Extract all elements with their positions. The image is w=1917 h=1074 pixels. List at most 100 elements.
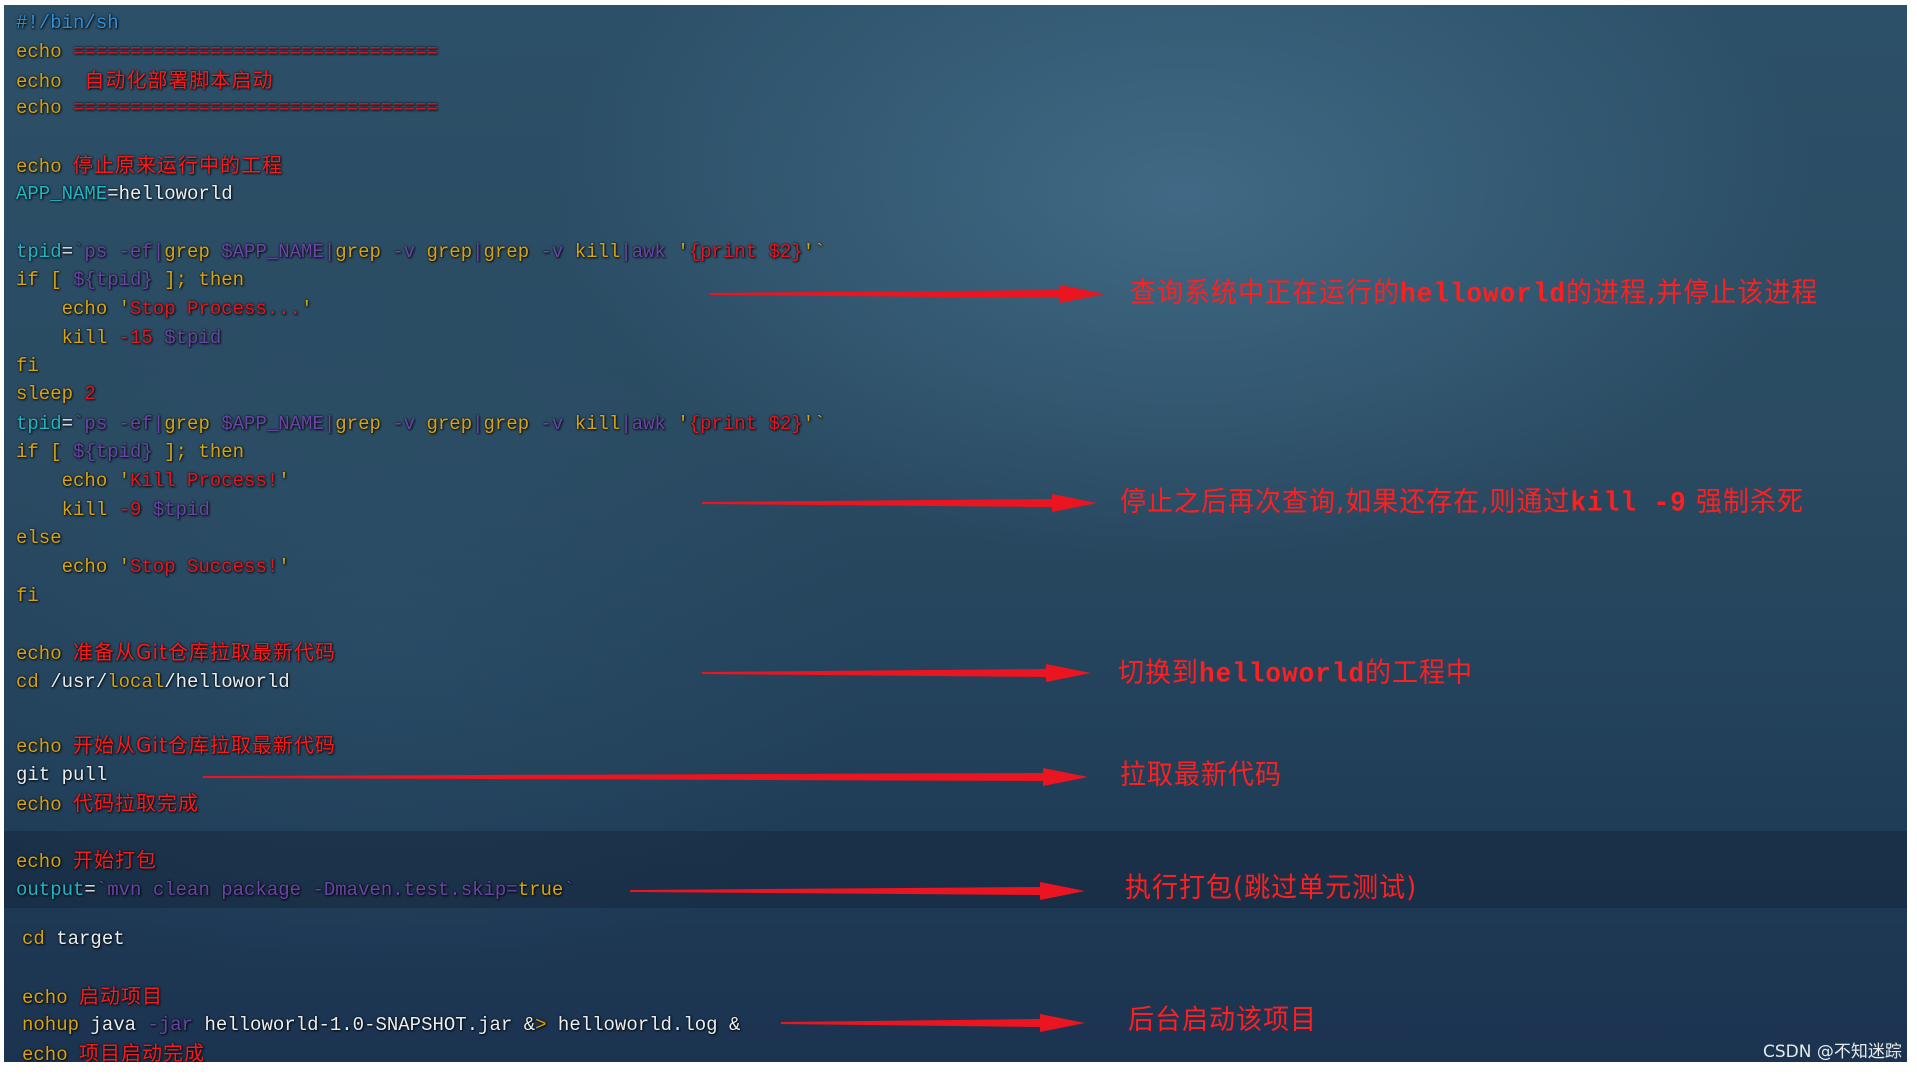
- code-line: git pull: [16, 763, 107, 787]
- code-line: tpid=`ps -ef|grep $APP_NAME|grep -v grep…: [16, 240, 826, 264]
- chinese-message: 停止原来运行中的工程: [73, 153, 284, 177]
- keyword: echo: [16, 643, 62, 665]
- keyword: sleep: [16, 383, 74, 405]
- quote: ': [677, 241, 689, 263]
- number: 2: [73, 383, 96, 405]
- code-line: echo 代码拉取完成: [16, 791, 199, 817]
- quote: ': [677, 413, 689, 435]
- operator: =: [61, 241, 74, 263]
- arrow-icon: [781, 1014, 1085, 1032]
- quote: '`: [802, 413, 826, 435]
- path: target: [44, 928, 125, 950]
- keyword: echo: [16, 41, 62, 63]
- keyword: local: [107, 671, 165, 693]
- annotation-git-pull: 拉取最新代码: [1120, 758, 1282, 792]
- keyword: else: [16, 527, 62, 549]
- chinese-message: 代码拉取完成: [73, 791, 200, 815]
- quote: '`: [802, 241, 826, 263]
- keyword: echo: [16, 851, 62, 873]
- substitution: -v: [529, 241, 575, 263]
- keyword: fi: [16, 355, 39, 377]
- code-line: tpid=`ps -ef|grep $APP_NAME|grep -v grep…: [16, 412, 826, 436]
- keyword: echo: [16, 156, 62, 178]
- variable: tpid: [16, 413, 62, 435]
- keyword: grep: [335, 241, 381, 263]
- quote: ': [107, 470, 131, 492]
- annotation-text: 后台启动该项目: [1128, 1004, 1318, 1036]
- code-line: echo ================================: [16, 96, 438, 120]
- quote: ': [107, 298, 131, 320]
- substitution: ${tpid}: [61, 441, 153, 463]
- arrow-icon: [702, 664, 1091, 682]
- code-line: fi: [16, 354, 39, 378]
- string: Kill Process!: [130, 470, 279, 492]
- keyword: kill: [574, 413, 621, 435]
- operator: =: [61, 413, 74, 435]
- keyword: grep: [335, 413, 381, 435]
- substitution: |: [472, 241, 484, 263]
- quote: ': [278, 470, 290, 492]
- code-line: APP_NAME=helloworld: [16, 182, 233, 206]
- code-line: sleep 2: [16, 382, 96, 406]
- keyword: echo: [16, 97, 62, 119]
- keyword: grep: [426, 241, 473, 263]
- operator: =: [84, 879, 96, 901]
- code-line: else: [16, 526, 62, 550]
- substitution: `ps -ef|: [73, 241, 165, 263]
- arrow-icon: [710, 285, 1105, 303]
- keyword: true: [517, 879, 564, 901]
- keyword: grep: [164, 241, 210, 263]
- annotation-code: kill -9: [1570, 487, 1687, 519]
- keyword: grep: [164, 413, 210, 435]
- code-line: echo 开始打包: [16, 848, 157, 874]
- code-line: echo 自动化部署脚本启动: [16, 68, 273, 94]
- keyword: ]; then: [152, 269, 245, 291]
- command: java: [79, 1014, 148, 1036]
- chinese-message: 开始打包: [73, 848, 158, 872]
- code-line: cd /usr/local/helloworld: [16, 670, 290, 694]
- code-line: kill -15 $tpid: [16, 326, 222, 350]
- operator: >: [535, 1014, 547, 1036]
- watermark: CSDN @不知迷踪: [1763, 1042, 1902, 1062]
- separator-string: ================================: [61, 41, 438, 63]
- code-line: echo 'Stop Success!': [16, 555, 290, 579]
- code-line: fi: [16, 584, 39, 608]
- code-line: cd target: [22, 927, 125, 951]
- substitution: `: [563, 879, 575, 901]
- code-line: kill -9 $tpid: [16, 498, 210, 522]
- keyword: grep: [483, 241, 530, 263]
- shebang: #!/bin/sh: [16, 12, 119, 34]
- code-line: echo ================================: [16, 40, 438, 64]
- string: Stop Process...: [130, 298, 302, 320]
- substitution: $APP_NAME|: [209, 241, 336, 263]
- keyword: grep: [483, 413, 530, 435]
- code-line: echo 停止原来运行中的工程: [16, 153, 283, 179]
- code-line: if [ ${tpid} ]; then: [16, 440, 244, 464]
- arrow-icon: [702, 494, 1097, 512]
- keyword: echo: [22, 987, 68, 1009]
- annotation-text: 的工程中: [1365, 657, 1474, 689]
- code-line: echo 启动项目: [22, 984, 163, 1010]
- chinese-message: 准备从Git仓库拉取最新代码: [73, 640, 336, 664]
- arrow-icon: [203, 768, 1088, 786]
- keyword: ]; then: [152, 441, 245, 463]
- substitution: `mvn clean package -Dmaven.test.skip=: [95, 879, 518, 901]
- variable: output: [16, 879, 85, 901]
- command: git pull: [16, 764, 108, 786]
- keyword: cd: [22, 928, 45, 950]
- substitution: $APP_NAME|: [209, 413, 336, 435]
- keyword: grep: [426, 413, 473, 435]
- path: /helloworld: [164, 671, 290, 693]
- chinese-message: 开始从Git仓库拉取最新代码: [73, 733, 336, 757]
- substitution: -v: [380, 413, 427, 435]
- keyword: echo: [16, 71, 62, 93]
- arrow-icon: [630, 882, 1085, 900]
- code-line: echo 'Stop Process...': [16, 297, 313, 321]
- code-line: if [ ${tpid} ]; then: [16, 268, 244, 292]
- annotation-query-stop: 查询系统中正在运行的helloworld的进程,并停止该进程: [1130, 276, 1818, 311]
